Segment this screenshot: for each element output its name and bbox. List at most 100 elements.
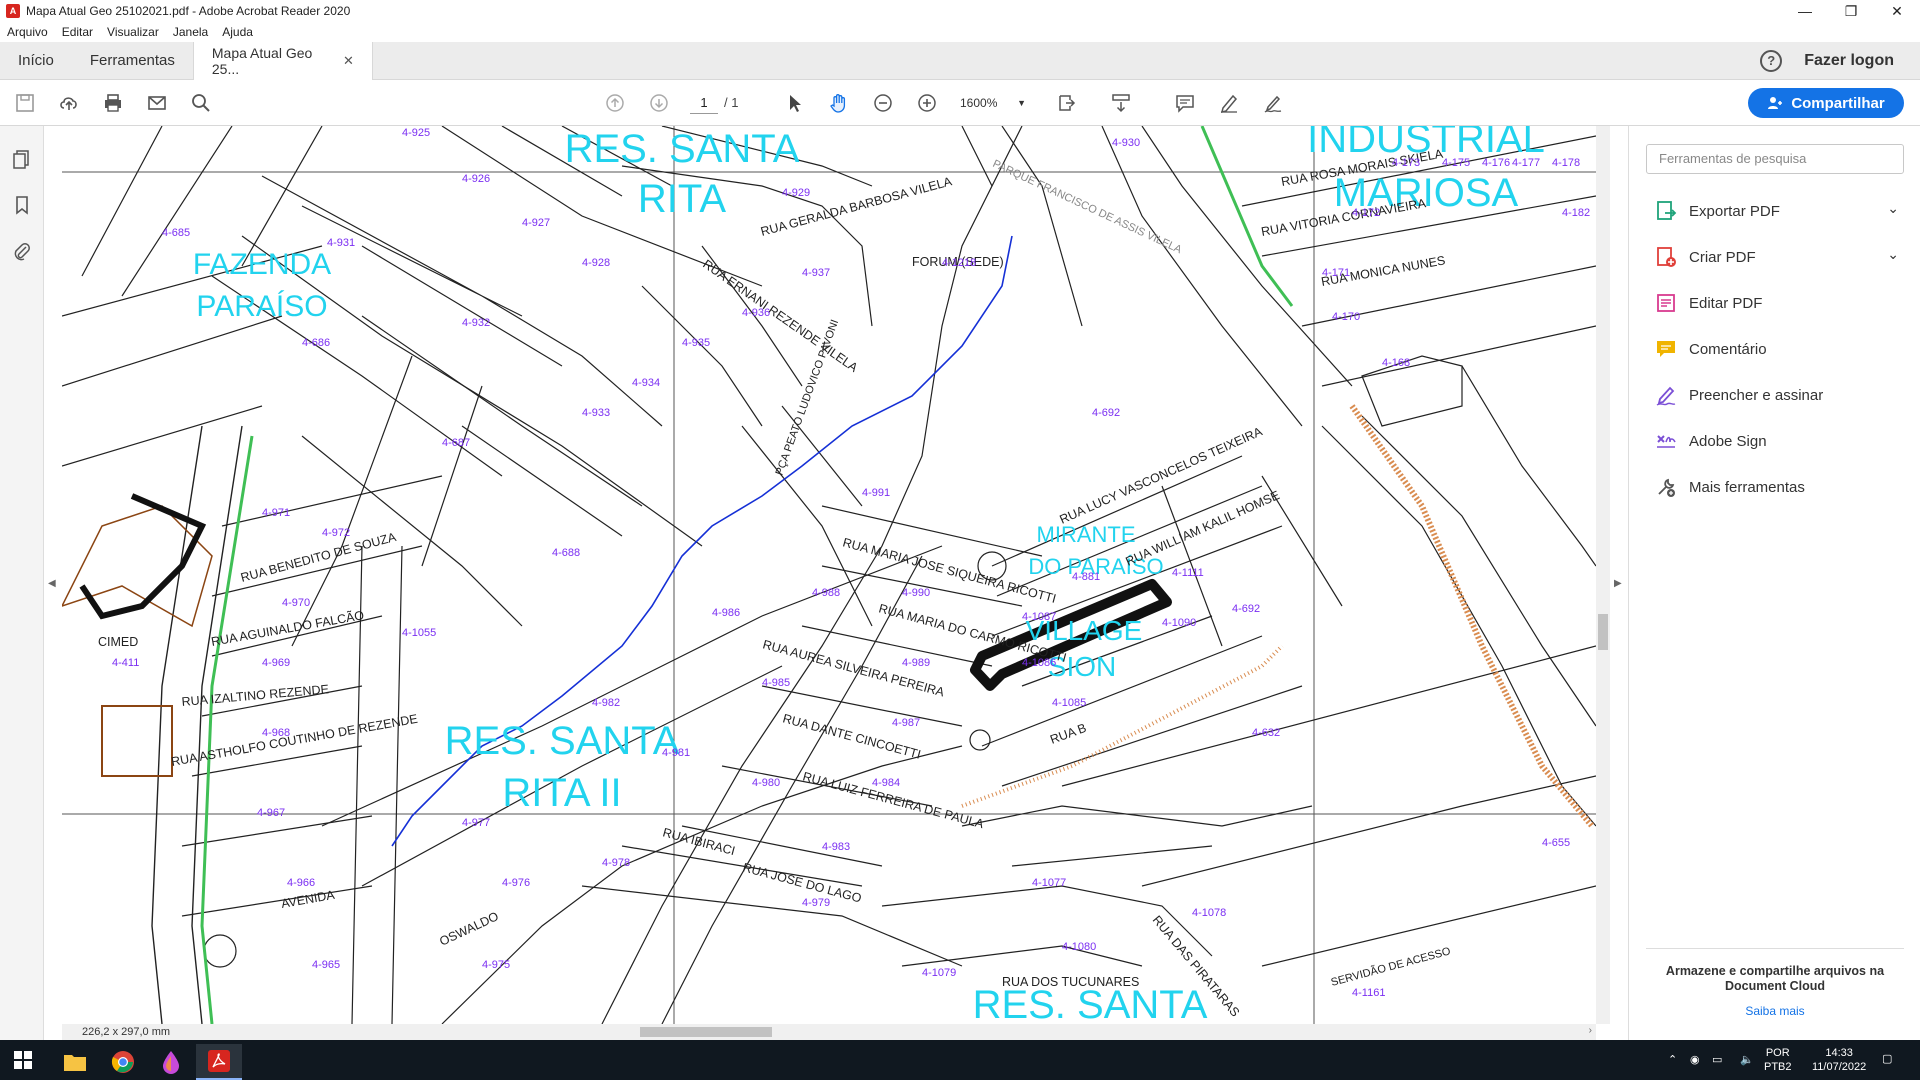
hand-tool-icon[interactable] <box>826 90 852 116</box>
collapse-right-pane-icon[interactable]: ▶ <box>1614 578 1622 589</box>
tray-wifi-icon[interactable]: ▭ <box>1712 1053 1722 1067</box>
taskbar-paint-app[interactable] <box>148 1044 194 1080</box>
street-label-17: CIMED <box>98 635 138 649</box>
lot-label: 4-1077 <box>1032 877 1066 889</box>
lot-label: 4-934 <box>632 377 660 389</box>
tab-home[interactable]: Início <box>0 42 72 80</box>
vertical-scroll-thumb[interactable] <box>1598 614 1608 650</box>
taskbar-acrobat[interactable] <box>196 1044 242 1080</box>
select-cursor-icon[interactable] <box>782 90 808 116</box>
district-label-res-santa-rita-1: RES. SANTA <box>565 127 800 171</box>
print-icon[interactable] <box>100 90 126 116</box>
help-icon[interactable]: ? <box>1760 49 1783 72</box>
save-icon[interactable] <box>12 90 38 116</box>
lot-label: 4-988 <box>812 587 840 599</box>
menu-janela[interactable]: Janela <box>166 25 215 39</box>
comment-tool-icon[interactable] <box>1172 90 1198 116</box>
maximize-button[interactable]: ❐ <box>1828 0 1874 22</box>
lot-label: 4-983 <box>822 841 850 853</box>
page-number-input[interactable]: 1 <box>690 92 718 114</box>
email-icon[interactable] <box>144 90 170 116</box>
close-window-button[interactable]: ✕ <box>1874 0 1920 22</box>
tool-export-pdf[interactable]: Exportar PDF ⌄ <box>1655 198 1905 224</box>
tray-volume-icon[interactable]: 🔈 <box>1740 1053 1754 1067</box>
previous-page-icon[interactable] <box>602 90 628 116</box>
sign-pen-icon[interactable] <box>1260 90 1286 116</box>
lot-label: 4-1090 <box>1162 617 1196 629</box>
lot-label: 4-986 <box>712 607 740 619</box>
next-page-icon[interactable] <box>646 90 672 116</box>
lot-label: 4-984 <box>872 777 900 789</box>
street-label-19: RUA B <box>1048 721 1088 747</box>
street-label-15: AVENIDA <box>280 888 336 911</box>
tab-document[interactable]: Mapa Atual Geo 25... ✕ <box>192 41 373 80</box>
lot-label: 4-991 <box>862 487 890 499</box>
tool-create-pdf[interactable]: Criar PDF ⌄ <box>1655 244 1905 270</box>
lot-label: 4-969 <box>262 657 290 669</box>
tab-tools[interactable]: Ferramentas <box>72 42 193 80</box>
bookmark-icon[interactable] <box>11 194 33 216</box>
menu-editar[interactable]: Editar <box>55 25 100 39</box>
lot-label: 4-932 <box>462 317 490 329</box>
attachment-icon[interactable] <box>11 240 33 262</box>
menu-visualizar[interactable]: Visualizar <box>100 25 166 39</box>
edit-pdf-icon <box>1657 294 1675 312</box>
collapse-left-pane-icon[interactable]: ◀ <box>48 578 56 589</box>
street-label-22: RUA GERALDA BARBOSA VILELA <box>759 174 954 239</box>
lot-label: 4-968 <box>262 727 290 739</box>
tray-chevron-up-icon[interactable]: ⌃ <box>1668 1053 1677 1067</box>
tool-fill-sign[interactable]: Preencher e assinar <box>1655 382 1905 408</box>
zoom-level-select[interactable]: 1600% ▼ <box>960 92 1026 114</box>
menu-ajuda[interactable]: Ajuda <box>215 25 260 39</box>
tray-network-icon[interactable]: ◉ <box>1690 1053 1700 1067</box>
horizontal-scrollbar[interactable]: › <box>62 1024 1596 1040</box>
lot-label: 4-172 <box>1352 207 1380 219</box>
taskbar-chrome[interactable] <box>100 1044 146 1080</box>
lot-label: 4-978 <box>602 857 630 869</box>
street-label-28: OSWALDO <box>437 909 501 949</box>
horizontal-scroll-thumb[interactable] <box>640 1027 772 1037</box>
scroll-right-icon[interactable]: › <box>1589 1025 1592 1036</box>
menu-arquivo[interactable]: Arquivo <box>0 25 55 39</box>
search-zoom-icon[interactable] <box>188 90 214 116</box>
document-view[interactable]: RES. SANTA RITA FAZENDA PARAÍSO INDUSTRI… <box>62 126 1596 1024</box>
lot-label: 4-980 <box>752 777 780 789</box>
more-tools-icon <box>1658 478 1675 497</box>
upload-cloud-icon[interactable] <box>56 90 82 116</box>
windows-start-icon[interactable] <box>14 1051 32 1069</box>
page-fit-icon[interactable] <box>1054 90 1080 116</box>
chevron-down-icon[interactable]: ⌄ <box>1887 200 1899 217</box>
notification-icon[interactable]: ▢ <box>1882 1052 1892 1066</box>
highlight-pen-icon[interactable] <box>1216 90 1242 116</box>
zoom-in-icon[interactable] <box>914 90 940 116</box>
page-thumbnails-icon[interactable] <box>11 148 33 170</box>
share-button[interactable]: Compartilhar <box>1748 88 1904 118</box>
chevron-down-icon[interactable]: ⌄ <box>1887 246 1899 263</box>
lot-label: 4-935 <box>682 337 710 349</box>
acrobat-icon <box>208 1050 230 1072</box>
close-tab-icon[interactable]: ✕ <box>343 53 354 69</box>
tool-edit-pdf[interactable]: Editar PDF <box>1655 290 1905 316</box>
tool-more-tools[interactable]: Mais ferramentas <box>1655 474 1905 500</box>
vertical-scrollbar[interactable] <box>1596 126 1610 1024</box>
scroll-mode-icon[interactable] <box>1108 90 1134 116</box>
zoom-level-value: 1600% <box>960 96 998 110</box>
lot-label: 4-928 <box>582 257 610 269</box>
district-label-mirante: MIRANTE <box>1037 522 1136 547</box>
tool-comment[interactable]: Comentário <box>1655 336 1905 362</box>
learn-more-link[interactable]: Saiba mais <box>1649 1004 1901 1018</box>
sign-in-button[interactable]: Fazer logon <box>1804 52 1894 70</box>
lot-label: 4-177 <box>1512 157 1540 169</box>
lot-label: 4-687 <box>442 437 470 449</box>
page-total: / 1 <box>724 95 739 110</box>
tray-language[interactable]: POR PTB2 <box>1764 1046 1792 1074</box>
create-pdf-icon <box>1657 247 1676 267</box>
minimize-button[interactable]: — <box>1782 0 1828 22</box>
tool-label: Criar PDF <box>1689 248 1756 266</box>
taskbar-file-explorer[interactable] <box>52 1044 98 1080</box>
tool-adobe-sign[interactable]: Adobe Sign <box>1655 428 1905 454</box>
lot-label: 4-692 <box>1092 407 1120 419</box>
search-tools-input[interactable]: Ferramentas de pesquisa <box>1646 144 1904 174</box>
tray-clock[interactable]: 14:33 11/07/2022 <box>1812 1046 1866 1074</box>
zoom-out-icon[interactable] <box>870 90 896 116</box>
